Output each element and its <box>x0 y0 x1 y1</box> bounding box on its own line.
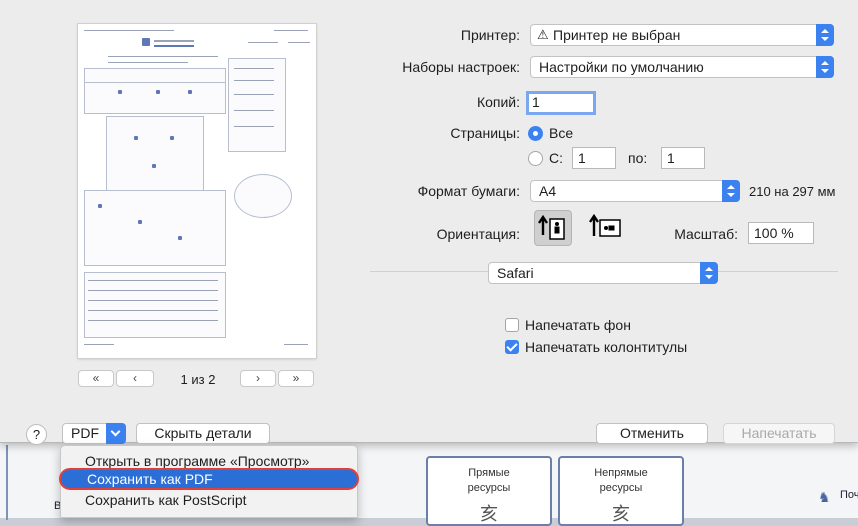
preview-text <box>288 42 310 43</box>
orientation-label: Ориентация: <box>436 226 520 242</box>
cancel-button[interactable]: Отменить <box>596 423 708 444</box>
preview-table <box>84 82 226 114</box>
card-line-2: ресурсы <box>467 482 511 494</box>
background-glyph: 亥 <box>612 504 630 524</box>
copies-label: Копий: <box>476 94 520 110</box>
print-sheet: « ‹ 1 из 2 › » Принтер: ⚠ Принтер не выб… <box>0 0 858 445</box>
preview-table <box>84 190 226 266</box>
menu-item-save-as-postscript[interactable]: Сохранить как PostScript <box>61 489 357 511</box>
scale-input[interactable]: 100 % <box>748 222 814 244</box>
preview-text <box>234 110 274 111</box>
preview-sidebar-card <box>228 58 286 152</box>
preview-footer-line <box>84 344 114 345</box>
pdf-menu-button[interactable]: PDF <box>62 423 126 444</box>
preview-diagram <box>234 174 292 218</box>
preview-text <box>234 80 274 81</box>
preview-grid <box>84 272 226 338</box>
presets-label: Наборы настроек: <box>402 59 520 75</box>
preview-text <box>108 62 188 63</box>
print-background-checkbox[interactable] <box>505 318 519 332</box>
help-button[interactable]: ? <box>26 424 47 445</box>
hide-details-button[interactable]: Скрыть детали <box>136 423 270 444</box>
pages-from-input[interactable]: 1 <box>572 147 616 169</box>
print-button[interactable]: Напечатать <box>723 423 835 444</box>
landscape-icon <box>589 213 621 237</box>
preview-symbol <box>152 164 156 168</box>
preview-text <box>88 310 218 311</box>
paper-size-label: Формат бумаги: <box>417 183 520 199</box>
preview-footer-line <box>284 344 308 345</box>
app-section-select[interactable]: Safari <box>488 262 718 284</box>
pages-all-label: Все <box>549 125 574 141</box>
paper-size-select[interactable]: A4 <box>530 180 740 202</box>
paper-size-dimensions: 210 на 297 мм <box>749 184 836 199</box>
preview-symbol <box>98 204 102 208</box>
next-page-button[interactable]: › <box>240 370 276 387</box>
preview-logo-text <box>154 40 194 42</box>
preview-text <box>248 42 278 43</box>
card-line-1: Прямые <box>468 467 510 479</box>
warning-icon: ⚠ <box>537 27 549 42</box>
printer-label: Принтер: <box>460 27 520 43</box>
printer-select[interactable]: ⚠ Принтер не выбран <box>530 24 834 46</box>
card-line-2: ресурсы <box>599 482 643 494</box>
print-headers-label: Напечатать колонтитулы <box>525 339 688 355</box>
background-right-text: Поч <box>840 489 858 501</box>
pages-from-label: С: <box>549 150 563 166</box>
card-line-1: Непрямые <box>594 467 648 479</box>
scale-label: Масштаб: <box>674 226 738 242</box>
preview-symbol <box>118 90 122 94</box>
first-page-button[interactable]: « <box>78 370 114 387</box>
paper-size-stepper <box>722 180 740 202</box>
background-divider <box>6 445 8 520</box>
pages-to-input[interactable]: 1 <box>661 147 705 169</box>
background-glyph: 亥 <box>480 504 498 524</box>
pages-range-radio[interactable] <box>528 151 543 166</box>
horse-icon: ♞ <box>818 489 831 505</box>
preview-symbol <box>178 236 182 240</box>
pdf-dropdown-menu: Открыть в программе «Просмотр» Сохранить… <box>59 445 359 518</box>
last-page-button[interactable]: » <box>278 370 314 387</box>
pdf-label: PDF <box>71 425 99 441</box>
presets-value: Настройки по умолчанию <box>539 59 704 75</box>
preview-text <box>234 126 274 127</box>
copies-input[interactable]: 1 <box>526 91 596 115</box>
preview-text <box>88 280 218 281</box>
preview-symbol <box>170 136 174 140</box>
page-preview <box>78 24 316 358</box>
printer-stepper <box>816 24 834 46</box>
paper-size-value: A4 <box>539 183 557 199</box>
portrait-icon <box>538 214 565 240</box>
chevron-down-icon <box>106 423 126 444</box>
app-section-stepper <box>700 262 718 284</box>
preview-text <box>108 56 218 57</box>
orientation-landscape-button[interactable] <box>586 210 624 246</box>
preview-text <box>88 290 218 291</box>
app-section-value: Safari <box>497 265 534 281</box>
presets-stepper <box>816 56 834 78</box>
preview-header-line <box>274 30 308 31</box>
preview-symbol <box>138 220 142 224</box>
printer-value: Принтер не выбран <box>553 27 681 43</box>
previous-page-button[interactable]: ‹ <box>116 370 154 387</box>
preview-header-line <box>84 30 174 31</box>
print-background-label: Напечатать фон <box>525 317 631 333</box>
pages-all-radio[interactable] <box>528 126 543 141</box>
preview-text <box>234 68 274 69</box>
print-headers-checkbox[interactable] <box>505 340 519 354</box>
preview-text <box>88 320 218 321</box>
preview-symbol <box>156 90 160 94</box>
preview-text <box>234 94 274 95</box>
pages-to-label: по: <box>628 150 648 166</box>
preview-logo <box>142 38 150 46</box>
presets-select[interactable]: Настройки по умолчанию <box>530 56 834 78</box>
preview-symbol <box>134 136 138 140</box>
preview-symbol <box>188 90 192 94</box>
preview-text <box>88 300 218 301</box>
page-indicator: 1 из 2 <box>180 372 216 387</box>
preview-logo-text <box>154 45 194 47</box>
orientation-portrait-button[interactable] <box>534 210 572 246</box>
pages-label: Страницы: <box>450 125 520 141</box>
menu-item-save-as-pdf[interactable]: Сохранить как PDF <box>59 468 359 490</box>
